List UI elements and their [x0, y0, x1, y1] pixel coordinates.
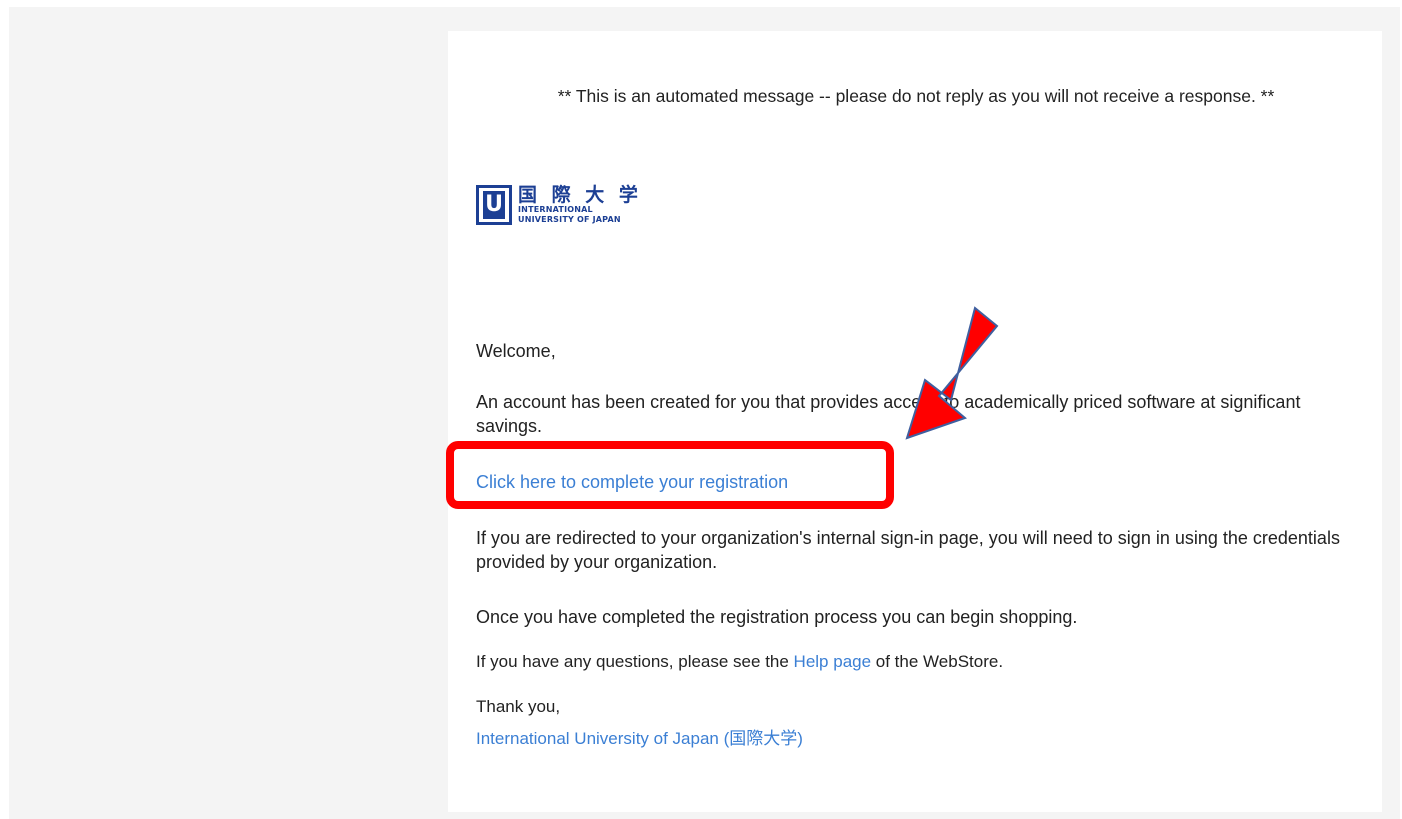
thanks-text: Thank you, — [476, 697, 561, 716]
university-logo: U 国 際 大 学 INTERNATIONAL UNIVERSITY OF JA… — [476, 184, 642, 226]
logo-mark-letter: U — [483, 191, 505, 219]
logo-text: 国 際 大 学 INTERNATIONAL UNIVERSITY OF JAPA… — [518, 185, 642, 225]
automated-message-notice: ** This is an automated message -- pleas… — [557, 86, 1275, 106]
university-logo-mark: U — [476, 185, 512, 225]
logo-english-line2: UNIVERSITY OF JAPAN — [518, 215, 621, 224]
red-arrow-icon — [905, 306, 999, 440]
logo-english-line1: INTERNATIONAL — [518, 205, 593, 214]
registration-highlight-box — [446, 441, 894, 509]
help-text-before: If you have any questions, please see th… — [476, 652, 794, 671]
help-page-link[interactable]: Help page — [794, 652, 872, 671]
redirect-note-paragraph: If you are redirected to your organizati… — [476, 528, 1340, 572]
help-text-after: of the WebStore. — [871, 652, 1004, 671]
shopping-note-paragraph: Once you have completed the registration… — [476, 607, 1078, 627]
logo-kanji: 国 際 大 学 — [518, 184, 642, 206]
signature-link[interactable]: International University of Japan (国際大学) — [476, 727, 803, 751]
greeting-text: Welcome, — [476, 341, 556, 361]
help-paragraph: If you have any questions, please see th… — [476, 650, 1003, 674]
